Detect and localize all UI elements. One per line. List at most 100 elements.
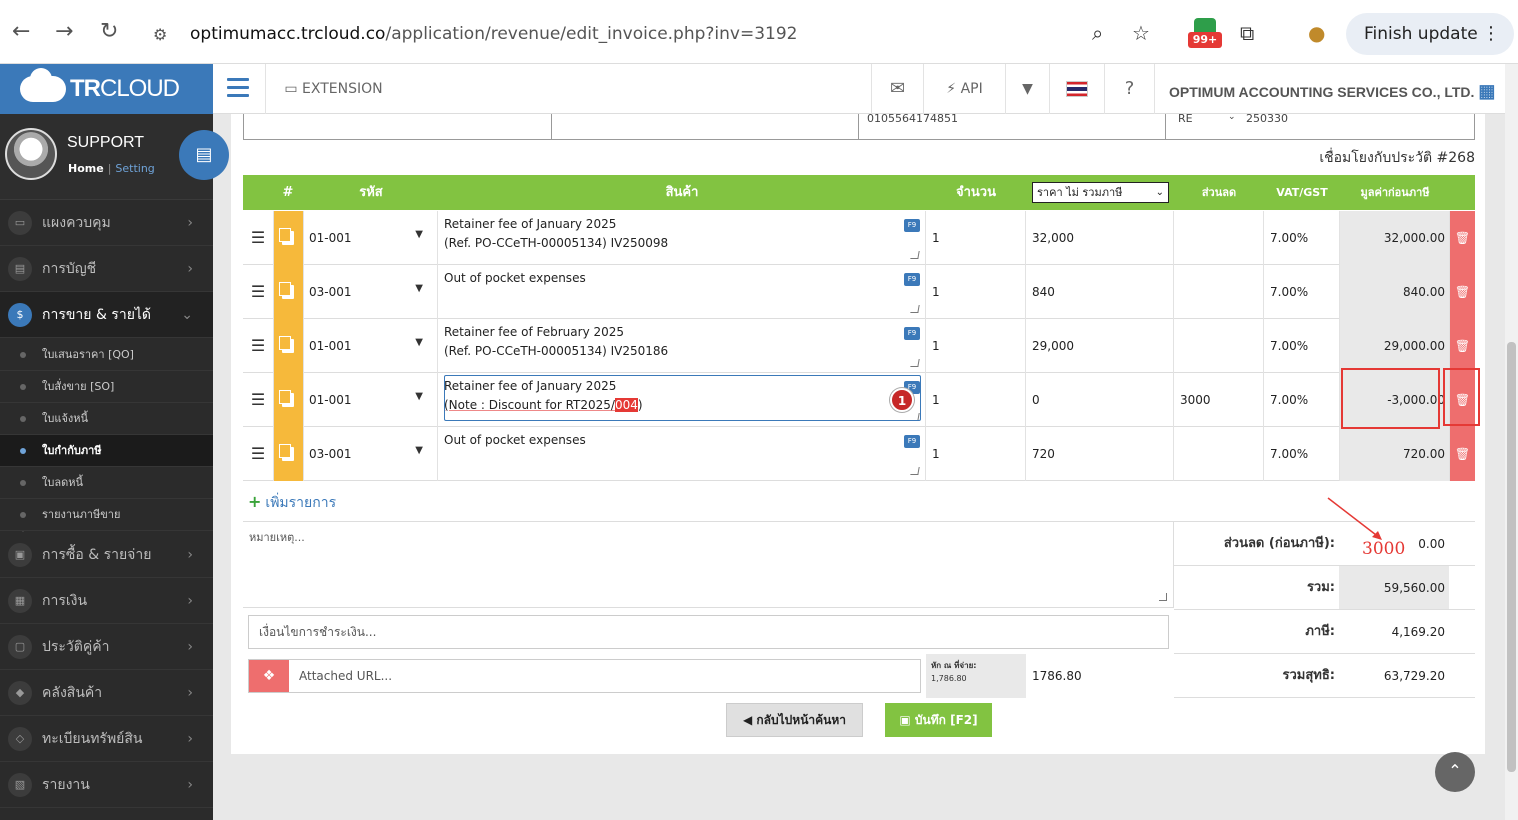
page-scrollbar[interactable] (1505, 64, 1518, 820)
attached-url-input[interactable]: ❖ Attached URL... (248, 659, 921, 693)
reload-icon[interactable]: ↻ (100, 20, 118, 44)
qty-field[interactable]: 1 (926, 319, 1026, 373)
back-to-search-button[interactable]: ◀ กลับไปหน้าค้นหา (726, 703, 863, 737)
drag-handle-icon[interactable]: ☰ (243, 211, 274, 265)
vat-field[interactable]: 7.00% (1264, 373, 1340, 427)
sidebar-sub-credit-note[interactable]: ใบลดหนี้ (0, 467, 213, 499)
vat-field[interactable]: 7.00% (1264, 319, 1340, 373)
zoom-icon[interactable]: ⌕ (1092, 22, 1103, 44)
resize-handle-icon[interactable] (910, 359, 920, 367)
more-menu-icon[interactable]: ⋮ (1482, 13, 1500, 55)
sidebar-item-sales[interactable]: $ การขาย & รายได้ ⌄ (0, 292, 213, 338)
remarks-textarea[interactable]: หมายเหตุ... (243, 522, 1174, 608)
dropbox-icon[interactable]: ❖ (249, 660, 289, 692)
extension-badge[interactable]: 99+ (1188, 18, 1222, 48)
discount-field[interactable] (1174, 427, 1264, 481)
save-button[interactable]: ▣ บันทึก [F2] (885, 703, 992, 737)
copy-button[interactable] (274, 265, 304, 319)
price-field[interactable]: 840 (1026, 265, 1174, 319)
vat-field[interactable]: 7.00% (1264, 211, 1340, 265)
company-name[interactable]: OPTIMUM ACCOUNTING SERVICES CO., LTD. ▦ (1169, 64, 1495, 114)
drag-handle-icon[interactable]: ☰ (243, 373, 274, 427)
discount-field[interactable]: 3000 (1174, 373, 1264, 427)
sidebar-item-assets[interactable]: ◇ ทะเบียนทรัพย์สิน › (0, 716, 213, 762)
sidebar-sub-sales-tax-report[interactable]: รายงานภาษีขาย (0, 499, 213, 531)
delete-row-button[interactable]: 🗑 (1450, 319, 1475, 373)
copy-button[interactable] (274, 211, 304, 265)
resize-handle-icon[interactable] (910, 305, 920, 313)
drag-handle-icon[interactable]: ☰ (243, 265, 274, 319)
f9-button[interactable]: F9 (904, 273, 920, 286)
brand-logo[interactable]: TRCLOUD (0, 64, 213, 114)
code-select[interactable]: 01-001 ▼ (304, 211, 438, 265)
vat-field[interactable]: 7.00% (1264, 265, 1340, 319)
doc-number[interactable]: 250330 (1246, 112, 1288, 125)
home-link[interactable]: Home (68, 162, 104, 175)
qty-field[interactable]: 1 (926, 265, 1026, 319)
code-select[interactable]: 01-001 ▼ (304, 319, 438, 373)
code-select[interactable]: 03-001 ▼ (304, 265, 438, 319)
vat-field[interactable]: 7.00% (1264, 427, 1340, 481)
discount-field[interactable] (1174, 319, 1264, 373)
book-button[interactable]: ▤ (179, 130, 229, 180)
extension-menu[interactable]: ▭ EXTENSION (265, 64, 401, 114)
price-field[interactable]: 29,000 (1026, 319, 1174, 373)
mail-button[interactable]: ✉ (871, 64, 923, 114)
qty-field[interactable]: 1 (926, 427, 1026, 481)
sidebar-sub-sales-order[interactable]: ใบสั่งขาย [SO] (0, 371, 213, 403)
price-field[interactable]: 0 (1026, 373, 1174, 427)
finish-update-button[interactable]: Finish update ⋮ (1346, 13, 1514, 55)
setting-link[interactable]: Setting (115, 162, 154, 175)
language-button[interactable] (1049, 64, 1104, 114)
resize-handle-icon[interactable] (1159, 593, 1167, 601)
sidebar-item-reports[interactable]: ▧ รายงาน › (0, 762, 213, 808)
qty-field[interactable]: 1 (926, 373, 1026, 427)
sidebar-sub-quotation[interactable]: ใบเสนอราคา [QO] (0, 339, 213, 371)
resize-handle-icon[interactable] (910, 251, 920, 259)
sidebar-item-inventory[interactable]: ◆ คลังสินค้า › (0, 670, 213, 716)
extensions-puzzle-icon[interactable]: ⧉ (1240, 22, 1254, 44)
code-select[interactable]: 03-001 ▼ (304, 427, 438, 481)
price-field[interactable]: 32,000 (1026, 211, 1174, 265)
avatar[interactable] (5, 128, 57, 180)
dropdown-button[interactable]: ▼ (1005, 64, 1049, 114)
sidebar-sub-invoice[interactable]: ใบแจ้งหนี้ (0, 403, 213, 435)
sidebar-item-dashboard[interactable]: ▭ แผงควบคุม › (0, 200, 213, 246)
forward-arrow-icon[interactable]: → (55, 20, 73, 44)
f9-button[interactable]: F9 (904, 219, 920, 232)
code-select[interactable]: 01-001 ▼ (304, 373, 438, 427)
sidebar-item-accounting[interactable]: ▤ การบัญชี › (0, 246, 213, 292)
profile-avatar-icon[interactable]: ● (1308, 22, 1325, 44)
sidebar-item-finance[interactable]: ▦ การเงิน › (0, 578, 213, 624)
menu-toggle[interactable] (213, 64, 265, 114)
api-button[interactable]: ⚡ API (923, 64, 1005, 114)
copy-button[interactable] (274, 319, 304, 373)
sidebar-item-partners[interactable]: ▢ ประวัติคู่ค้า › (0, 624, 213, 670)
bookmark-star-icon[interactable]: ☆ (1132, 22, 1150, 44)
delete-row-button[interactable]: 🗑 (1450, 211, 1475, 265)
copy-button[interactable] (274, 373, 304, 427)
site-settings-icon[interactable]: ⚙ (153, 23, 167, 47)
scrollbar-thumb[interactable] (1507, 342, 1516, 772)
drag-handle-icon[interactable]: ☰ (243, 427, 274, 481)
withholding-tax-value[interactable]: 1786.80 (1032, 654, 1082, 698)
address-bar[interactable]: optimumacc.trcloud.co/application/revenu… (190, 24, 798, 44)
sidebar-sub-tax-invoice[interactable]: ใบกำกับภาษี (0, 435, 213, 467)
sidebar-item-purchase[interactable]: ▣ การซื้อ & รายจ่าย › (0, 532, 213, 578)
linked-history[interactable]: เชื่อมโยงกับประวัติ #268 (1319, 147, 1475, 169)
back-arrow-icon[interactable]: ← (12, 20, 30, 44)
product-description[interactable]: Retainer fee of January 2025 (Ref. PO-CCe… (438, 211, 926, 265)
scroll-to-top-button[interactable]: ⌃ (1435, 752, 1475, 792)
payment-terms-input[interactable]: เงื่อนไขการชำระเงิน... (248, 615, 1169, 649)
copy-button[interactable] (274, 427, 304, 481)
product-description[interactable]: Out of pocket expenses F9 (438, 427, 926, 481)
delete-row-button[interactable]: 🗑 (1450, 427, 1475, 481)
help-button[interactable]: ? (1104, 64, 1154, 114)
f9-button[interactable]: F9 (904, 435, 920, 448)
qty-field[interactable]: 1 (926, 211, 1026, 265)
drag-handle-icon[interactable]: ☰ (243, 319, 274, 373)
resize-handle-icon[interactable] (910, 467, 920, 475)
product-description[interactable]: Out of pocket expenses F9 (438, 265, 926, 319)
add-row-button[interactable]: + เพิ่มรายการ (248, 492, 336, 514)
discount-field[interactable] (1174, 211, 1264, 265)
